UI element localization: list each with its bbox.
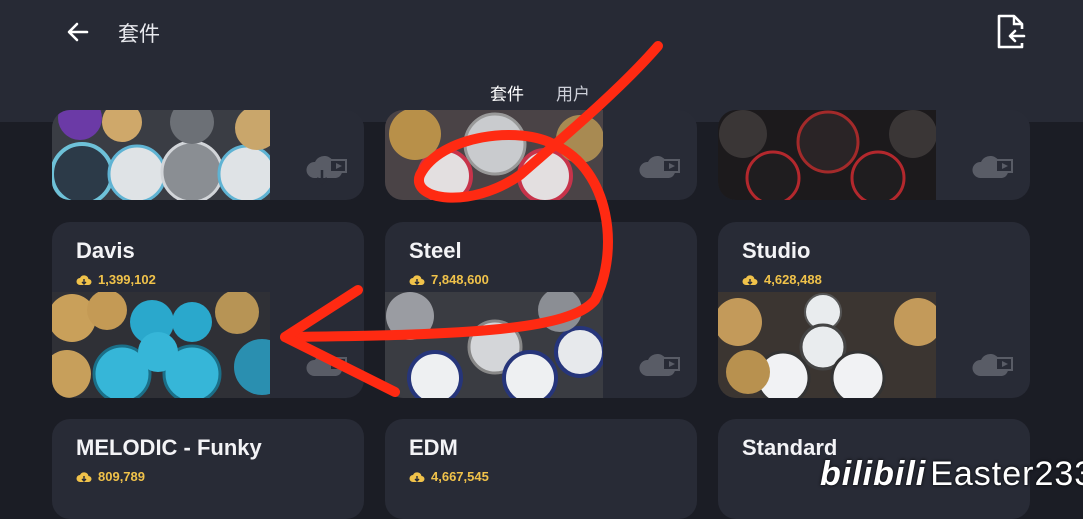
- top-app-bar: 套件 套件 用户: [0, 0, 1083, 122]
- export-file-icon[interactable]: [990, 12, 1030, 52]
- kit-download-count: 4,628,488: [742, 272, 822, 287]
- kit-card-davis[interactable]: Davis 1,399,102: [52, 222, 364, 398]
- kit-card-melodic-funky[interactable]: MELODIC - Funky 809,789: [52, 419, 364, 519]
- cloud-download-icon: [76, 471, 92, 482]
- cloud-download-icon[interactable]: [637, 350, 681, 384]
- cloud-download-icon[interactable]: [304, 350, 348, 384]
- kit-download-count: 1,399,102: [76, 272, 156, 287]
- bilibili-watermark: bilibiliEaster2333: [820, 455, 1083, 494]
- tab-kits[interactable]: 套件: [490, 80, 524, 105]
- cloud-download-icon[interactable]: [970, 152, 1014, 186]
- kit-download-count-value: 4,667,545: [431, 469, 489, 484]
- kit-name: Davis: [76, 238, 135, 263]
- kit-thumbnail: [385, 110, 603, 200]
- kit-download-count-value: 4,628,488: [764, 272, 822, 287]
- kit-name: MELODIC - Funky: [76, 435, 262, 460]
- kit-thumbnail: [718, 110, 936, 200]
- watermark-username: Easter2333: [930, 455, 1083, 493]
- kit-thumbnail: [52, 110, 270, 200]
- kit-name: EDM: [409, 435, 458, 460]
- bilibili-logo: bilibili: [820, 455, 927, 493]
- kit-download-count-value: 7,848,600: [431, 272, 489, 287]
- cloud-download-icon[interactable]: [304, 152, 348, 186]
- cloud-download-icon: [76, 274, 92, 285]
- kit-name: Studio: [742, 238, 811, 263]
- kit-card-red[interactable]: [385, 110, 697, 200]
- kit-download-count-value: 1,399,102: [98, 272, 156, 287]
- kit-thumbnail: [718, 292, 936, 398]
- kit-card-melodic[interactable]: [52, 110, 364, 200]
- back-arrow-icon[interactable]: [60, 14, 96, 50]
- kit-download-count: 7,848,600: [409, 272, 489, 287]
- cloud-download-icon: [409, 471, 425, 482]
- kit-download-count-value: 809,789: [98, 469, 145, 484]
- cloud-download-icon[interactable]: [637, 152, 681, 186]
- cloud-download-icon: [742, 274, 758, 285]
- kit-card-edm[interactable]: EDM 4,667,545: [385, 419, 697, 519]
- kit-card-studio[interactable]: Studio 4,628,488: [718, 222, 1030, 398]
- kit-download-count: 809,789: [76, 469, 145, 484]
- cloud-download-icon[interactable]: [970, 350, 1014, 384]
- kit-download-count: 4,667,545: [409, 469, 489, 484]
- kit-thumbnail: [385, 292, 603, 398]
- tab-user[interactable]: 用户: [556, 80, 590, 105]
- cloud-download-icon: [409, 274, 425, 285]
- page-title: 套件: [118, 23, 160, 46]
- kit-thumbnail: [52, 292, 270, 398]
- kit-card-dark[interactable]: [718, 110, 1030, 200]
- kit-card-steel[interactable]: Steel 7,848,600: [385, 222, 697, 398]
- kit-name: Steel: [409, 238, 462, 263]
